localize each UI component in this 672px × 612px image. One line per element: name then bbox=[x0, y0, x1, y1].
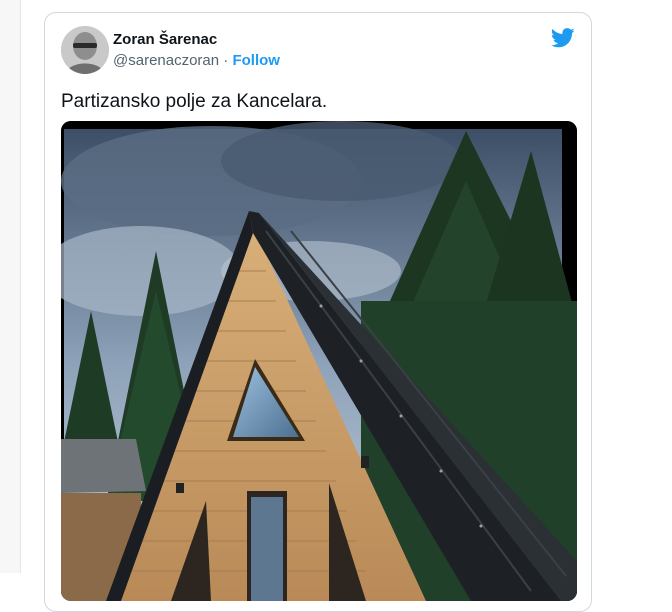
follow-button[interactable]: Follow bbox=[232, 52, 280, 69]
tweet-text: Partizansko polje za Kancelara. bbox=[61, 91, 328, 112]
handle-separator: · bbox=[219, 52, 233, 69]
twitter-bird-icon[interactable] bbox=[551, 28, 575, 48]
author-avatar[interactable] bbox=[61, 26, 109, 74]
author-handle-row: @sarenaczoran · Follow bbox=[113, 52, 280, 69]
tweet-media-photo[interactable] bbox=[61, 121, 577, 601]
author-display-name[interactable]: Zoran Šarenac bbox=[113, 31, 217, 48]
page-left-gutter bbox=[0, 0, 21, 573]
a-frame-cabin-photo bbox=[61, 121, 577, 601]
author-handle[interactable]: @sarenaczoran bbox=[113, 52, 219, 69]
embedded-tweet-card[interactable]: Zoran Šarenac @sarenaczoran · Follow Par… bbox=[44, 12, 592, 612]
